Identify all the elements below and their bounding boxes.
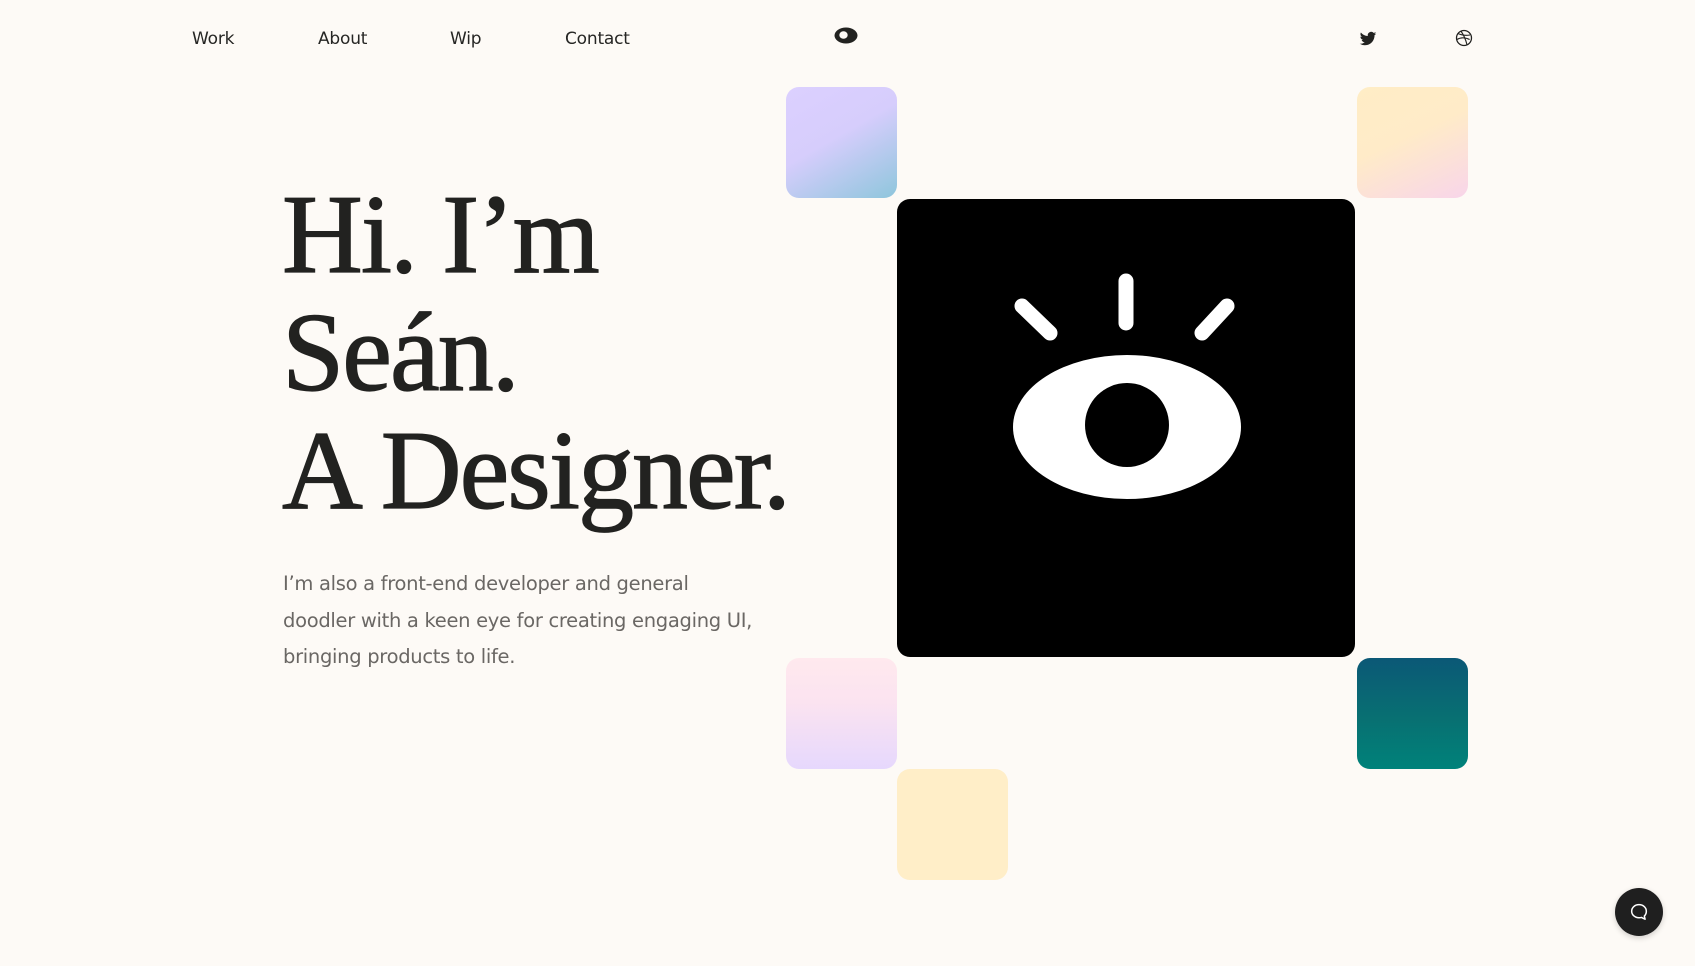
decorative-tile-pink-lavender — [786, 658, 897, 769]
hero-heading: Hi. I’m Seán. A Designer. — [281, 173, 791, 533]
dribbble-ball-graphic — [1455, 29, 1473, 47]
decorative-tile-cream-pink — [1357, 87, 1468, 198]
nav-link-contact[interactable]: Contact — [565, 24, 630, 54]
hero-heading-line-2: Seán. — [281, 291, 520, 415]
eye-logo-icon[interactable] — [834, 27, 858, 44]
decorative-tile-cream — [897, 769, 1008, 880]
chat-bubble-icon — [1630, 903, 1648, 920]
dribbble-icon[interactable] — [1455, 29, 1473, 47]
hero-illustration — [897, 199, 1355, 657]
hero-description: I’m also a front-end developer and gener… — [283, 572, 753, 668]
eye-illustration-icon — [1013, 273, 1241, 499]
hero-heading-line-1: Hi. I’m — [281, 173, 600, 297]
hero-heading-line-3: A Designer. — [281, 409, 791, 533]
decorative-tile-teal — [1357, 658, 1468, 769]
nav-link-wip[interactable]: Wip — [450, 24, 482, 54]
eyelash-left — [1014, 298, 1058, 341]
twitter-icon[interactable] — [1359, 30, 1377, 48]
nav-link-about[interactable]: About — [318, 24, 367, 54]
decorative-tile-lavender-blue — [786, 87, 897, 198]
twitter-bird-graphic — [1359, 31, 1377, 46]
eyelash-right — [1194, 298, 1235, 341]
nav-link-work[interactable]: Work — [192, 24, 234, 54]
eye-pupil — [1085, 383, 1169, 467]
chat-button[interactable] — [1615, 888, 1663, 936]
eye-logo-graphic — [834, 27, 858, 44]
